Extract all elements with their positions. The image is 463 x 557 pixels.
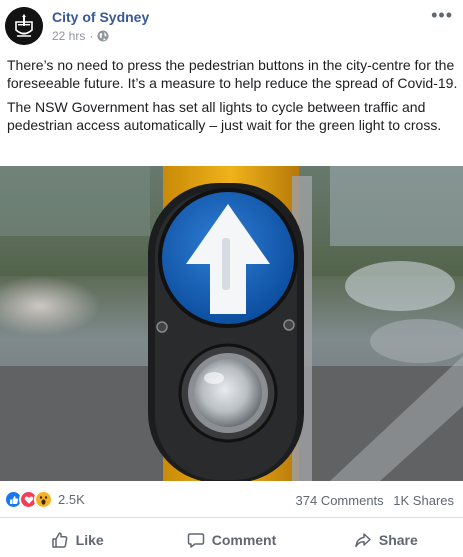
post-header: City of Sydney 22 hrs · •••: [0, 0, 463, 52]
comment-label: Comment: [211, 531, 277, 548]
globe-icon: [97, 30, 109, 42]
share-arrow-icon: [355, 532, 371, 547]
post-timestamp[interactable]: 22 hrs: [52, 29, 85, 43]
meta-separator: ·: [89, 29, 94, 43]
reaction-count: 2.5K: [58, 492, 85, 507]
shares-count-link[interactable]: 1K Shares: [393, 493, 454, 508]
comment-button[interactable]: Comment: [154, 522, 308, 557]
like-button[interactable]: Like: [0, 522, 154, 557]
post-photo[interactable]: [0, 166, 463, 481]
wow-reaction-icon: [34, 490, 53, 509]
pedestrian-button-photo: [0, 166, 463, 481]
post-paragraph: The NSW Government has set all lights to…: [7, 99, 442, 133]
action-bar: Like Comment Share: [0, 522, 463, 557]
more-options-icon[interactable]: •••: [431, 6, 453, 24]
post-body: There’s no need to press the pedestrian …: [7, 56, 459, 140]
like-label: Like: [75, 531, 104, 548]
share-label: Share: [378, 531, 418, 548]
page-name-link[interactable]: City of Sydney: [52, 9, 149, 25]
comments-count-link[interactable]: 374 Comments: [296, 493, 384, 508]
post-paragraph: There’s no need to press the pedestrian …: [7, 57, 458, 91]
city-crest-icon: [5, 7, 43, 45]
page-avatar[interactable]: [5, 7, 43, 45]
post-meta: 22 hrs ·: [52, 29, 109, 43]
share-button[interactable]: Share: [309, 522, 463, 557]
comment-bubble-icon: [187, 532, 204, 548]
engagement-stats: 2.5K 374 Comments 1K Shares: [0, 481, 463, 518]
reactions-summary[interactable]: 2.5K: [4, 490, 85, 509]
comment-share-counts: 374 Comments 1K Shares: [296, 493, 454, 508]
thumbs-up-icon: [51, 531, 68, 548]
